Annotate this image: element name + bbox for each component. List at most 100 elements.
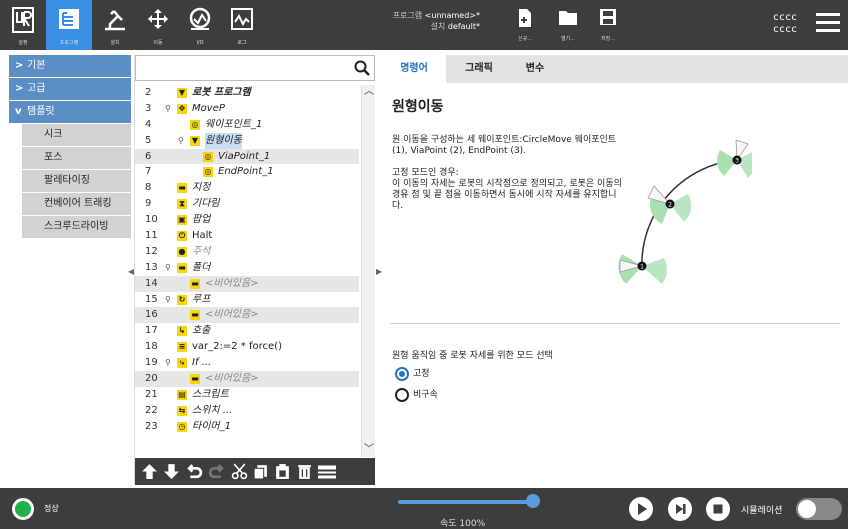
line-number: 21 (145, 388, 158, 400)
tree-row[interactable]: 13 ⚲ ▬ 폴더 (135, 260, 359, 276)
nav-group-templates[interactable]: v 템플릿 (9, 101, 131, 123)
tab-variables[interactable]: 변수 (512, 55, 558, 83)
new-file-button[interactable]: 신규... (510, 6, 540, 44)
move-down-icon[interactable] (163, 463, 180, 480)
step-button[interactable] (668, 497, 692, 521)
tree-row[interactable]: 20 ▬ <비어있음> (135, 371, 359, 387)
save-button[interactable]: 저장... (593, 6, 623, 44)
scroll-down-icon[interactable]: ﹀ (362, 443, 376, 457)
copy-icon[interactable] (252, 463, 269, 480)
nav-label: 로그 (237, 40, 247, 46)
stop-icon (713, 504, 723, 514)
divider (390, 323, 840, 324)
move-up-icon[interactable] (141, 463, 158, 480)
hamburger-menu-icon[interactable] (816, 13, 840, 33)
play-icon (638, 503, 647, 515)
nav-group-advanced[interactable]: > 고급 (9, 78, 131, 100)
page-title: 원형이동 (392, 99, 444, 115)
paste-icon[interactable] (274, 463, 291, 480)
search-icon[interactable] (354, 60, 370, 76)
expand-pin-icon[interactable]: ⚲ (165, 292, 171, 308)
delete-icon[interactable] (296, 463, 313, 480)
undo-icon[interactable] (186, 463, 203, 480)
line-number: 23 (145, 420, 158, 432)
line-number: 5 (145, 134, 152, 146)
tree-row[interactable]: 8 ▬ 지정 (135, 180, 359, 196)
nav-group-basic[interactable]: > 기본 (9, 55, 131, 77)
expand-pin-icon[interactable]: ⚲ (165, 355, 171, 371)
suppress-icon[interactable] (317, 463, 337, 480)
tree-scrollbar[interactable]: ︿ ﹀ (361, 85, 375, 457)
nav-settings-button[interactable]: 설정 (0, 0, 46, 50)
tree-row[interactable]: 11 ⏻ Halt (135, 228, 359, 244)
tree-row[interactable]: 17 ↳ 호출 (135, 323, 359, 339)
open-folder-icon (559, 11, 577, 25)
speed-slider[interactable] (398, 500, 538, 504)
node-type-icon: ▬ (190, 374, 200, 385)
tree-row[interactable]: 6 ◎ ViaPoint_1 (135, 148, 359, 165)
simulation-toggle[interactable] (796, 498, 842, 520)
tree-row[interactable]: 16 ▬ <비어있음> (135, 307, 359, 324)
tree-row[interactable]: 9 ⧗ 기다림 (135, 196, 359, 212)
node-type-icon: ▤ (177, 389, 187, 400)
search-input[interactable] (135, 55, 375, 81)
expand-pin-icon[interactable]: ⚲ (165, 260, 171, 276)
nav-sub-screwdriving[interactable]: 스크루드라이빙 (22, 216, 131, 238)
line-number: 22 (145, 404, 158, 416)
tree-row[interactable]: 7 ◎ EndPoint_1 (135, 164, 359, 180)
radio-unselected-icon[interactable] (395, 387, 409, 402)
redo-icon[interactable] (208, 463, 225, 480)
nav-label: 프로그램 (59, 40, 79, 46)
tree-row[interactable]: 22 ⇆ 스위치 ... (135, 403, 359, 419)
line-number: 12 (145, 245, 158, 257)
tree-row[interactable]: 3 ⚲ ✥ MoveP (135, 101, 359, 117)
status-indicator-icon[interactable] (12, 498, 34, 520)
open-button[interactable]: 열기... (553, 6, 583, 44)
nav-group-label: 기본 (27, 60, 46, 71)
nav-io-button[interactable]: I/O (180, 0, 220, 50)
tree-row[interactable]: 15 ⚲ ↻ 루프 (135, 292, 359, 308)
play-button[interactable] (629, 497, 653, 521)
nav-group-label: 템플릿 (27, 106, 55, 117)
tree-row[interactable]: 14 ▬ <비어있음> (135, 275, 359, 292)
tree-row[interactable]: 19 ⚲ ⤷ If ... (135, 355, 359, 371)
node-label: ViaPoint_1 (218, 150, 271, 162)
nav-sub-palletizing[interactable]: 팔레타이징 (22, 170, 131, 192)
tree-row[interactable]: 5 ⚲ ▼ 원형이동 (135, 132, 359, 149)
tab-graphics[interactable]: 그래픽 (446, 55, 512, 83)
line-number: 7 (145, 166, 152, 178)
tree-row[interactable]: 12 ● 주석 (135, 244, 359, 260)
tree-row[interactable]: 23 ◷ 타이머_1 (135, 419, 359, 435)
tab-command[interactable]: 명령어 (382, 55, 446, 83)
nav-sub-search[interactable]: 시크 (22, 124, 131, 146)
nav-program-button[interactable]: 프로그램 (46, 0, 92, 50)
tree-row[interactable]: 10 ▣ 팝업 (135, 212, 359, 228)
tree-row[interactable]: 2 ▼ 로봇 프로그램 (135, 85, 359, 101)
nav-sub-force[interactable]: 포스 (22, 147, 131, 169)
node-type-icon: ▬ (177, 262, 187, 273)
radio-unconstrained[interactable]: 비구속 (395, 387, 438, 403)
expand-pin-icon[interactable]: ⚲ (178, 133, 184, 149)
radio-selected-icon[interactable] (395, 366, 409, 381)
ur-logo-icon (12, 7, 34, 33)
nav-sub-conveyor-tracking[interactable]: 컨베이어 트래킹 (22, 193, 131, 215)
nav-move-button[interactable]: 이동 (138, 0, 178, 50)
stop-button[interactable] (706, 497, 730, 521)
user-line-2: cccc (772, 24, 797, 35)
description-points: 원 이동을 구성하는 세 웨이포인트:CircleMove 웨이포인트 (1),… (392, 135, 617, 156)
line-number: 6 (145, 150, 152, 162)
user-info: cccc cccc (773, 12, 797, 36)
cut-icon[interactable] (231, 463, 248, 480)
speed-slider-handle[interactable] (526, 494, 540, 508)
tree-row[interactable]: 4 ◎ 웨이포인트_1 (135, 117, 359, 133)
speed-label: 속도 100% (440, 519, 486, 529)
nav-log-button[interactable]: 로그 (222, 0, 262, 50)
node-type-icon: ▬ (177, 183, 187, 194)
expand-pin-icon[interactable]: ⚲ (165, 101, 171, 117)
node-label: 폴더 (192, 261, 211, 273)
tree-row[interactable]: 21 ▤ 스크립트 (135, 387, 359, 403)
radio-fixed[interactable]: 고정 (395, 366, 430, 382)
scroll-up-icon[interactable]: ︿ (362, 85, 376, 99)
nav-install-button[interactable]: 설치 (92, 0, 138, 50)
tree-row[interactable]: 18 ≡ var_2:=2 * force() (135, 339, 359, 355)
